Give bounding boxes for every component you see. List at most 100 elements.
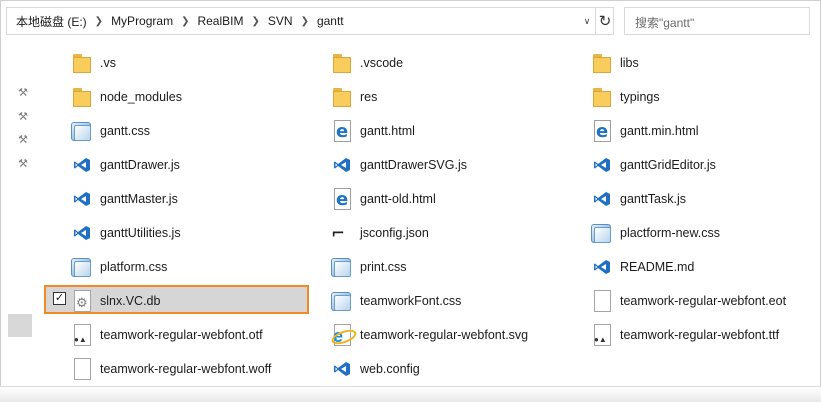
css-file-icon — [330, 289, 354, 313]
css-file-icon — [330, 255, 354, 279]
search-placeholder: 搜索"gantt" — [635, 16, 695, 30]
file-name: ganttMaster.js — [100, 192, 178, 206]
file-item[interactable]: ⌐ jsconfig.json — [330, 218, 429, 248]
file-item[interactable]: ganttDrawerSVG.js — [330, 150, 467, 180]
file-item[interactable]: e gantt.html — [330, 116, 415, 146]
file-item[interactable]: ⚙ slnx.VC.db — [70, 286, 160, 316]
file-name: ganttDrawerSVG.js — [360, 158, 467, 172]
pin-icon[interactable]: ⚒ — [16, 133, 30, 147]
chevron-right-icon[interactable]: ❯ — [90, 16, 108, 27]
chevron-right-icon[interactable]: ❯ — [296, 16, 314, 27]
file-item[interactable]: ganttMaster.js — [70, 184, 178, 214]
file-item[interactable]: ganttGridEditor.js — [590, 150, 716, 180]
file-name: gantt.css — [100, 124, 151, 138]
font-file-icon: ●▲ — [70, 323, 94, 347]
file-item[interactable]: print.css — [330, 252, 407, 282]
file-item[interactable]: teamworkFont.css — [330, 286, 461, 316]
file-item[interactable]: e gantt.min.html — [590, 116, 699, 146]
html-file-icon: e — [330, 119, 354, 143]
pin-icon[interactable]: ⚒ — [16, 110, 30, 124]
file-name: web.config — [360, 362, 420, 376]
file-name: ganttDrawer.js — [100, 158, 180, 172]
breadcrumb-myprogram[interactable]: MyProgram — [108, 14, 176, 28]
blank-file-icon — [70, 357, 94, 381]
file-name: ganttGridEditor.js — [620, 158, 716, 172]
pin-icon[interactable]: ⚒ — [16, 157, 30, 171]
breadcrumb-drive[interactable]: 本地磁盘 (E:) — [13, 13, 90, 30]
file-name: slnx.VC.db — [100, 294, 161, 308]
file-item[interactable]: typings — [590, 82, 660, 112]
file-item[interactable]: ganttDrawer.js — [70, 150, 180, 180]
search-input[interactable]: 搜索"gantt" — [624, 7, 810, 35]
vscode-file-icon — [70, 153, 94, 177]
refresh-icon[interactable]: ↻ — [595, 8, 614, 34]
file-name: .vs — [100, 56, 116, 70]
json-file-icon: ⌐ — [332, 221, 345, 245]
file-name: teamwork-regular-webfont.eot — [620, 294, 787, 308]
file-name: gantt-old.html — [360, 192, 436, 206]
file-item[interactable]: gantt.css — [70, 116, 150, 146]
nav-pane-selected-item[interactable] — [8, 314, 32, 337]
vscode-file-icon — [70, 221, 94, 245]
address-bar[interactable]: 本地磁盘 (E:) ❯ MyProgram ❯ RealBIM ❯ SVN ❯ … — [6, 7, 614, 35]
file-item[interactable]: README.md — [590, 252, 694, 282]
chevron-right-icon[interactable]: ❯ — [246, 16, 264, 27]
file-name: res — [360, 90, 378, 104]
file-name: teamwork-regular-webfont.otf — [100, 328, 263, 342]
window-bottom-edge — [0, 386, 821, 402]
file-item[interactable]: ●▲ teamwork-regular-webfont.ttf — [590, 320, 779, 350]
file-name: teamwork-regular-webfont.woff — [100, 362, 272, 376]
chevron-right-icon[interactable]: ❯ — [176, 16, 194, 27]
file-name: .vscode — [360, 56, 404, 70]
file-item[interactable]: ganttUtilities.js — [70, 218, 181, 248]
chevron-down-icon[interactable]: ∨ — [576, 8, 597, 34]
breadcrumb-gantt[interactable]: gantt — [314, 14, 347, 28]
file-name: platform.css — [100, 260, 168, 274]
file-item[interactable]: ●▲ teamwork-regular-webfont.otf — [70, 320, 263, 350]
file-name: teamwork-regular-webfont.ttf — [620, 328, 780, 342]
file-name: print.css — [360, 260, 407, 274]
breadcrumb-svn[interactable]: SVN — [265, 14, 296, 28]
css-file-icon — [70, 255, 94, 279]
folder-icon — [330, 51, 354, 75]
file-item[interactable]: ganttTask.js — [590, 184, 686, 214]
vscode-file-icon — [590, 187, 614, 211]
file-name: libs — [620, 56, 639, 70]
file-item[interactable]: teamwork-regular-webfont.eot — [590, 286, 786, 316]
css-file-icon — [70, 119, 94, 143]
html-file-icon: e — [330, 187, 354, 211]
file-item[interactable]: node_modules — [70, 82, 182, 112]
file-item[interactable]: libs — [590, 48, 639, 78]
file-name: teamworkFont.css — [360, 294, 462, 308]
file-name: README.md — [620, 260, 695, 274]
vscode-file-icon — [330, 357, 354, 381]
css-file-icon — [590, 221, 614, 245]
folder-icon — [590, 85, 614, 109]
file-item[interactable]: e teamwork-regular-webfont.svg — [329, 320, 529, 350]
item-checkbox[interactable]: ✓ — [53, 292, 66, 305]
breadcrumb-realbim[interactable]: RealBIM — [194, 14, 246, 28]
font-file-icon: ●▲ — [590, 323, 614, 347]
vscode-file-icon — [590, 153, 614, 177]
file-item[interactable]: res — [330, 82, 377, 112]
db-file-icon: ⚙ — [70, 289, 94, 313]
file-name: plactform-new.css — [620, 226, 721, 240]
file-item[interactable]: e gantt-old.html — [330, 184, 436, 214]
file-item[interactable]: web.config — [330, 354, 420, 384]
file-name: jsconfig.json — [360, 226, 429, 240]
file-item[interactable]: plactform-new.css — [590, 218, 720, 248]
vscode-file-icon — [330, 153, 354, 177]
folder-icon — [330, 85, 354, 109]
pin-icon[interactable]: ⚒ — [16, 86, 30, 100]
file-item[interactable]: platform.css — [70, 252, 167, 282]
file-name: ganttTask.js — [620, 192, 687, 206]
file-name: typings — [620, 90, 660, 104]
file-item[interactable]: .vs — [70, 48, 116, 78]
file-name: teamwork-regular-webfont.svg — [360, 328, 529, 342]
file-name: ganttUtilities.js — [100, 226, 181, 240]
file-name: node_modules — [100, 90, 183, 104]
file-item[interactable]: teamwork-regular-webfont.woff — [70, 354, 271, 384]
ie-file-icon: e — [329, 323, 359, 348]
html-file-icon: e — [590, 119, 614, 143]
file-item[interactable]: .vscode — [330, 48, 403, 78]
